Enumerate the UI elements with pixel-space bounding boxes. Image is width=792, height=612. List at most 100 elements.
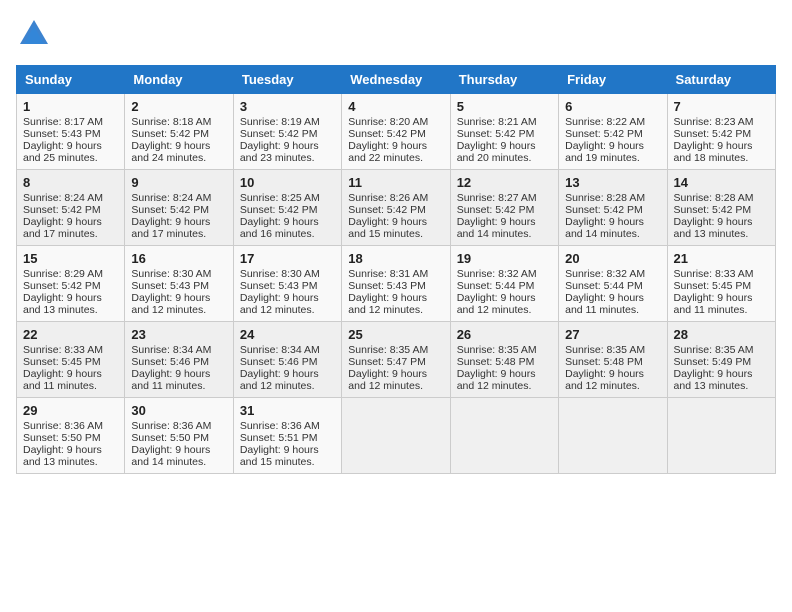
calendar-day-cell: 1Sunrise: 8:17 AMSunset: 5:43 PMDaylight…	[17, 94, 125, 170]
sunrise-text: Sunrise: 8:32 AM	[565, 268, 660, 280]
calendar-week-row: 22Sunrise: 8:33 AMSunset: 5:45 PMDayligh…	[17, 322, 776, 398]
day-number: 7	[674, 99, 769, 114]
calendar-week-row: 8Sunrise: 8:24 AMSunset: 5:42 PMDaylight…	[17, 170, 776, 246]
header-row: SundayMondayTuesdayWednesdayThursdayFrid…	[17, 66, 776, 94]
calendar-week-row: 29Sunrise: 8:36 AMSunset: 5:50 PMDayligh…	[17, 398, 776, 474]
day-number: 20	[565, 251, 660, 266]
calendar-day-cell: 27Sunrise: 8:35 AMSunset: 5:48 PMDayligh…	[559, 322, 667, 398]
daylight-text: Daylight: 9 hours and 11 minutes.	[131, 368, 226, 392]
sunrise-text: Sunrise: 8:35 AM	[348, 344, 443, 356]
sunrise-text: Sunrise: 8:34 AM	[240, 344, 335, 356]
sunrise-text: Sunrise: 8:28 AM	[565, 192, 660, 204]
day-number: 27	[565, 327, 660, 342]
sunset-text: Sunset: 5:43 PM	[131, 280, 226, 292]
sunset-text: Sunset: 5:42 PM	[131, 128, 226, 140]
calendar-day-cell: 16Sunrise: 8:30 AMSunset: 5:43 PMDayligh…	[125, 246, 233, 322]
daylight-text: Daylight: 9 hours and 11 minutes.	[23, 368, 118, 392]
day-number: 10	[240, 175, 335, 190]
calendar-day-cell: 3Sunrise: 8:19 AMSunset: 5:42 PMDaylight…	[233, 94, 341, 170]
sunrise-text: Sunrise: 8:24 AM	[23, 192, 118, 204]
sunset-text: Sunset: 5:43 PM	[23, 128, 118, 140]
calendar-day-cell: 14Sunrise: 8:28 AMSunset: 5:42 PMDayligh…	[667, 170, 775, 246]
calendar-day-cell: 21Sunrise: 8:33 AMSunset: 5:45 PMDayligh…	[667, 246, 775, 322]
page-header	[16, 16, 776, 57]
sunset-text: Sunset: 5:45 PM	[674, 280, 769, 292]
calendar-day-cell	[559, 398, 667, 474]
daylight-text: Daylight: 9 hours and 17 minutes.	[23, 216, 118, 240]
day-number: 19	[457, 251, 552, 266]
day-number: 29	[23, 403, 118, 418]
calendar-day-cell: 5Sunrise: 8:21 AMSunset: 5:42 PMDaylight…	[450, 94, 558, 170]
calendar-day-cell	[450, 398, 558, 474]
sunset-text: Sunset: 5:42 PM	[240, 128, 335, 140]
calendar-table: SundayMondayTuesdayWednesdayThursdayFrid…	[16, 65, 776, 474]
day-number: 22	[23, 327, 118, 342]
sunset-text: Sunset: 5:42 PM	[457, 128, 552, 140]
calendar-day-cell: 15Sunrise: 8:29 AMSunset: 5:42 PMDayligh…	[17, 246, 125, 322]
calendar-day-cell: 13Sunrise: 8:28 AMSunset: 5:42 PMDayligh…	[559, 170, 667, 246]
calendar-day-cell: 18Sunrise: 8:31 AMSunset: 5:43 PMDayligh…	[342, 246, 450, 322]
calendar-week-row: 1 Sunrise: 8:17 AMSunset: 5:43 PM Daylight…	[17, 94, 776, 170]
sunset-text: Sunset: 5:42 PM	[23, 204, 118, 216]
day-number: 26	[457, 327, 552, 342]
calendar-day-cell: 9Sunrise: 8:24 AMSunset: 5:42 PMDaylight…	[125, 170, 233, 246]
daylight-text: Daylight: 9 hours and 12 minutes.	[348, 368, 443, 392]
day-of-week-header: Thursday	[450, 66, 558, 94]
calendar-day-cell: 26Sunrise: 8:35 AMSunset: 5:48 PMDayligh…	[450, 322, 558, 398]
sunrise-text: Sunrise: 8:26 AM	[348, 192, 443, 204]
daylight-text: Daylight: 9 hours and 18 minutes.	[674, 140, 769, 164]
sunset-text: Sunset: 5:48 PM	[457, 356, 552, 368]
calendar-body: 1Sunrise: 8:17 AMSunset: 5:43 PMDaylight…	[17, 94, 776, 474]
sunset-text: Sunset: 5:42 PM	[457, 204, 552, 216]
sunset-text: Sunset: 5:44 PM	[457, 280, 552, 292]
calendar-day-cell: 2Sunrise: 8:18 AMSunset: 5:42 PMDaylight…	[125, 94, 233, 170]
sunset-text: Sunset: 5:42 PM	[23, 280, 118, 292]
day-number: 1	[23, 99, 118, 114]
calendar-day-cell: 25Sunrise: 8:35 AMSunset: 5:47 PMDayligh…	[342, 322, 450, 398]
sunrise-text: Sunrise: 8:32 AM	[457, 268, 552, 280]
day-number: 9	[131, 175, 226, 190]
sunrise-text: Sunrise: 8:18 AM	[131, 116, 226, 128]
day-number: 17	[240, 251, 335, 266]
sunset-text: Sunset: 5:42 PM	[674, 128, 769, 140]
day-of-week-header: Friday	[559, 66, 667, 94]
calendar-day-cell	[667, 398, 775, 474]
day-number: 18	[348, 251, 443, 266]
daylight-text: Daylight: 9 hours and 20 minutes.	[457, 140, 552, 164]
sunset-text: Sunset: 5:42 PM	[565, 128, 660, 140]
sunset-text: Sunset: 5:42 PM	[674, 204, 769, 216]
daylight-text: Daylight: 9 hours and 12 minutes.	[240, 292, 335, 316]
day-number: 28	[674, 327, 769, 342]
sunrise-text: Sunrise: 8:35 AM	[565, 344, 660, 356]
day-number: 2	[131, 99, 226, 114]
daylight-text: Daylight: 9 hours and 11 minutes.	[565, 292, 660, 316]
daylight-text: Daylight: 9 hours and 12 minutes.	[457, 368, 552, 392]
sunset-text: Sunset: 5:45 PM	[23, 356, 118, 368]
sunrise-text: Sunrise: 8:17 AM	[23, 116, 118, 128]
calendar-day-cell: 6Sunrise: 8:22 AMSunset: 5:42 PMDaylight…	[559, 94, 667, 170]
daylight-text: Daylight: 9 hours and 17 minutes.	[131, 216, 226, 240]
daylight-text: Daylight: 9 hours and 15 minutes.	[348, 216, 443, 240]
daylight-text: Daylight: 9 hours and 12 minutes.	[348, 292, 443, 316]
calendar-day-cell: 17Sunrise: 8:30 AMSunset: 5:43 PMDayligh…	[233, 246, 341, 322]
calendar-day-cell: 22Sunrise: 8:33 AMSunset: 5:45 PMDayligh…	[17, 322, 125, 398]
sunrise-text: Sunrise: 8:34 AM	[131, 344, 226, 356]
calendar-day-cell: 8Sunrise: 8:24 AMSunset: 5:42 PMDaylight…	[17, 170, 125, 246]
day-number: 25	[348, 327, 443, 342]
day-number: 12	[457, 175, 552, 190]
calendar-day-cell: 12Sunrise: 8:27 AMSunset: 5:42 PMDayligh…	[450, 170, 558, 246]
sunset-text: Sunset: 5:42 PM	[565, 204, 660, 216]
sunset-text: Sunset: 5:50 PM	[131, 432, 226, 444]
calendar-day-cell: 30Sunrise: 8:36 AMSunset: 5:50 PMDayligh…	[125, 398, 233, 474]
logo	[16, 16, 54, 57]
daylight-text: Daylight: 9 hours and 15 minutes.	[240, 444, 335, 468]
sunset-text: Sunset: 5:43 PM	[240, 280, 335, 292]
calendar-day-cell: 23Sunrise: 8:34 AMSunset: 5:46 PMDayligh…	[125, 322, 233, 398]
calendar-day-cell: 28Sunrise: 8:35 AMSunset: 5:49 PMDayligh…	[667, 322, 775, 398]
sunset-text: Sunset: 5:44 PM	[565, 280, 660, 292]
daylight-text: Daylight: 9 hours and 14 minutes.	[131, 444, 226, 468]
calendar-day-cell: 11Sunrise: 8:26 AMSunset: 5:42 PMDayligh…	[342, 170, 450, 246]
day-number: 6	[565, 99, 660, 114]
daylight-text: Daylight: 9 hours and 14 minutes.	[565, 216, 660, 240]
daylight-text: Daylight: 9 hours and 13 minutes.	[23, 292, 118, 316]
